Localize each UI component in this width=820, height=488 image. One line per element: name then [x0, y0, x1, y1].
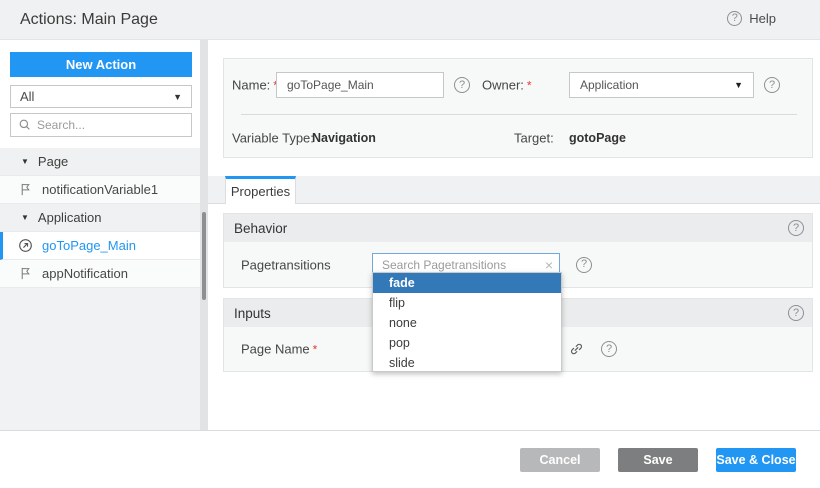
- tree-item-notificationvariable1[interactable]: notificationVariable1: [0, 176, 200, 204]
- sidebar-scrollbar-track[interactable]: [200, 40, 208, 430]
- tree-group-label: Page: [38, 154, 68, 169]
- dropdown-option-flip[interactable]: flip: [373, 293, 561, 313]
- tree-item-label: notificationVariable1: [42, 182, 158, 197]
- dropdown-option-slide[interactable]: slide: [373, 353, 561, 373]
- collapse-triangle-icon[interactable]: ▼: [21, 213, 29, 222]
- action-detail-panel: Name:* ? Owner:* Application ▼ ? Variabl…: [208, 40, 820, 430]
- link-icon[interactable]: [569, 342, 584, 357]
- behavior-section-title: Behavior: [234, 221, 287, 236]
- tree-group-page[interactable]: ▼ Page: [0, 148, 200, 176]
- dropdown-option-none[interactable]: none: [373, 313, 561, 333]
- tree-item-appnotification[interactable]: appNotification: [0, 260, 200, 288]
- required-asterisk: *: [313, 343, 318, 357]
- name-help-icon[interactable]: ?: [454, 77, 470, 93]
- page-title: Actions: Main Page: [20, 11, 158, 29]
- owner-value: Application: [580, 78, 639, 92]
- pagetransitions-label: Pagetransitions: [241, 257, 331, 272]
- behavior-section-header: Behavior ?: [224, 214, 812, 242]
- tree-group-label: Application: [38, 210, 102, 225]
- flag-icon: [18, 266, 33, 281]
- clear-icon[interactable]: ×: [545, 257, 553, 273]
- tab-label: Properties: [231, 184, 290, 199]
- tree-item-label: appNotification: [42, 266, 128, 281]
- tree-item-gotopage-main[interactable]: goToPage_Main: [0, 232, 200, 260]
- owner-select[interactable]: Application ▼: [569, 72, 754, 98]
- actions-tree: ▼ Page notificationVariable1 ▼ Applicati…: [0, 148, 200, 288]
- help-label: Help: [749, 11, 776, 26]
- filter-value: All: [20, 89, 34, 104]
- sidebar-search-box[interactable]: [10, 113, 192, 137]
- page-name-help-icon[interactable]: ?: [601, 341, 617, 357]
- pagetransitions-help-icon[interactable]: ?: [576, 257, 592, 273]
- dropdown-option-pop[interactable]: pop: [373, 333, 561, 353]
- actions-editor-window: Actions: Main Page ? Help New Action All…: [0, 0, 820, 488]
- sidebar-empty-area: [0, 288, 200, 430]
- owner-label: Owner:*: [482, 78, 532, 93]
- help-icon: ?: [727, 11, 742, 26]
- variable-type-label: Variable Type:: [232, 131, 314, 146]
- inputs-section-title: Inputs: [234, 306, 271, 321]
- chevron-down-icon: ▼: [173, 92, 182, 102]
- variable-type-value: Navigation: [312, 131, 376, 145]
- tab-properties[interactable]: Properties: [225, 176, 296, 204]
- name-field[interactable]: [276, 72, 444, 98]
- page-name-label: Page Name*: [241, 342, 317, 357]
- navigate-icon: [18, 238, 33, 253]
- flag-icon: [18, 182, 33, 197]
- cancel-button[interactable]: Cancel: [520, 448, 600, 472]
- pagetransitions-search-input[interactable]: [382, 258, 541, 272]
- filter-dropdown[interactable]: All ▼: [10, 85, 192, 108]
- footer-bar: Cancel Save Save & Close: [0, 431, 820, 488]
- target-value: gotoPage: [569, 131, 626, 145]
- form-divider: [241, 114, 797, 115]
- sidebar-search-input[interactable]: [37, 118, 184, 132]
- window-header: Actions: Main Page ? Help: [0, 0, 820, 40]
- owner-help-icon[interactable]: ?: [764, 77, 780, 93]
- collapse-triangle-icon[interactable]: ▼: [21, 157, 29, 166]
- search-icon: [18, 118, 32, 132]
- name-label: Name:*: [232, 78, 278, 93]
- tab-bar: Properties: [208, 176, 820, 204]
- inputs-help-icon[interactable]: ?: [788, 305, 804, 321]
- target-label: Target:: [514, 131, 554, 146]
- save-and-close-button[interactable]: Save & Close: [716, 448, 796, 472]
- help-button[interactable]: ? Help: [727, 11, 776, 26]
- dropdown-option-fade[interactable]: fade: [373, 273, 561, 293]
- sidebar-scrollbar-thumb[interactable]: [202, 212, 206, 300]
- required-asterisk: *: [527, 79, 532, 93]
- actions-sidebar: New Action All ▼ ▼ Page notificationVari…: [0, 40, 200, 430]
- pagetransitions-dropdown: fade flip none pop slide: [372, 272, 562, 372]
- behavior-help-icon[interactable]: ?: [788, 220, 804, 236]
- chevron-down-icon: ▼: [734, 80, 743, 90]
- new-action-button[interactable]: New Action: [10, 52, 192, 77]
- action-summary-panel: Name:* ? Owner:* Application ▼ ? Variabl…: [223, 58, 813, 158]
- save-button[interactable]: Save: [618, 448, 698, 472]
- tree-group-application[interactable]: ▼ Application: [0, 204, 200, 232]
- tree-item-label: goToPage_Main: [42, 238, 136, 253]
